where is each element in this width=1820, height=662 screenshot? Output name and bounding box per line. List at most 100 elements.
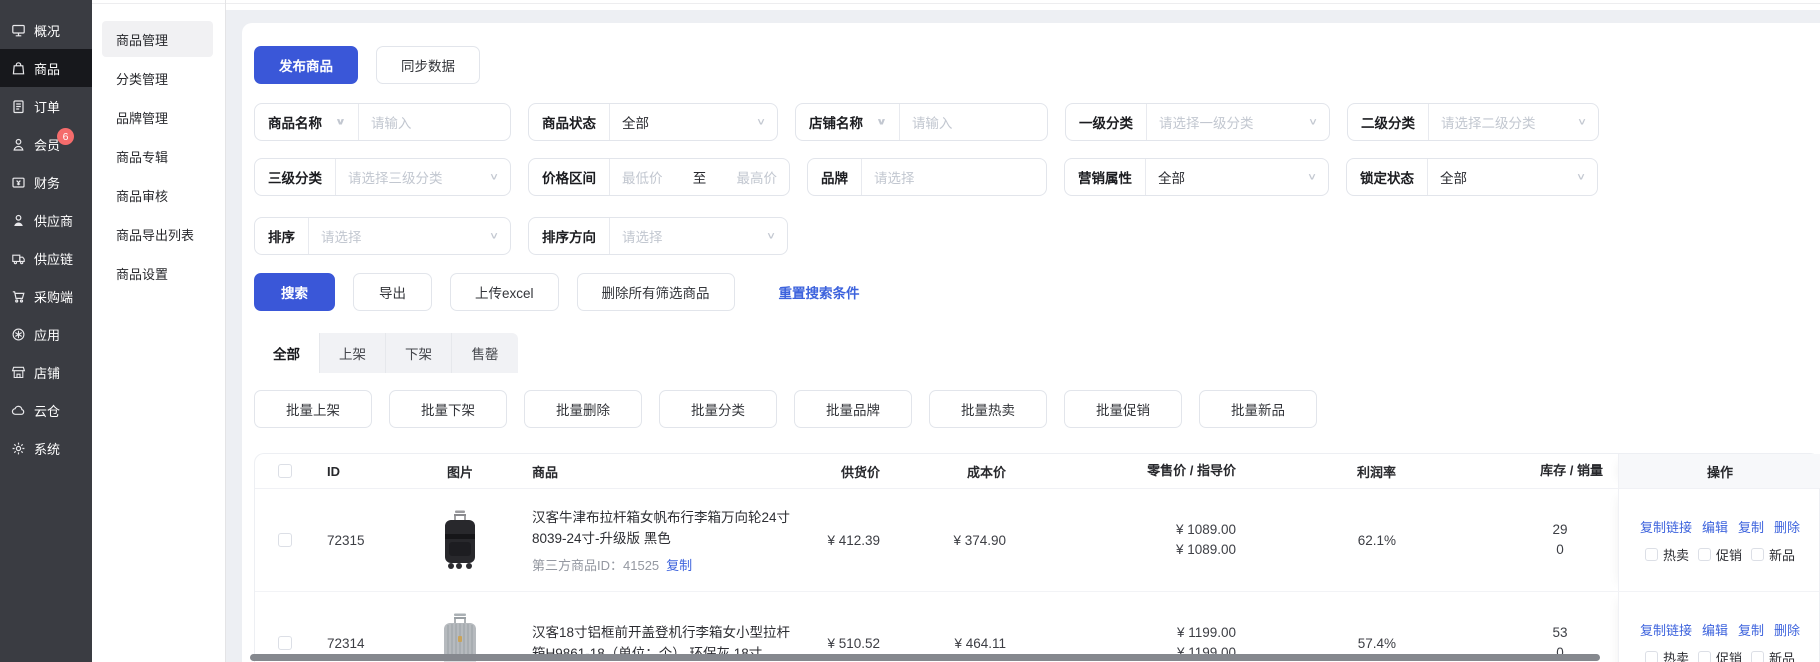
- sort-select[interactable]: 请选择∨: [309, 218, 510, 254]
- filter-row-2: 三级分类 请选择三级分类∨ 价格区间 最低价 至 最高价 品牌 请选择 营销属性: [254, 158, 1820, 196]
- batch-category-button[interactable]: 批量分类: [659, 390, 777, 428]
- brand-select[interactable]: 请选择: [862, 159, 1046, 195]
- sales-value: 0: [1547, 540, 1573, 560]
- lock-status-select[interactable]: 全部∨: [1428, 159, 1597, 195]
- submenu-item-product-albums[interactable]: 商品专辑: [102, 138, 213, 174]
- sidebar-item-overview[interactable]: 概况: [0, 11, 92, 49]
- select-all-checkbox[interactable]: [278, 464, 292, 478]
- batch-on-shelf-button[interactable]: 批量上架: [254, 390, 372, 428]
- submenu-item-product-review[interactable]: 商品审核: [102, 177, 213, 213]
- sidebar-item-products[interactable]: 商品: [0, 49, 92, 87]
- sidebar-item-label: 概况: [34, 21, 60, 40]
- product-name-input[interactable]: 请输入: [359, 104, 510, 140]
- sidebar-item-purchasing[interactable]: 采购端: [0, 277, 92, 315]
- max-price-input[interactable]: 最高价: [737, 167, 778, 187]
- batch-promotion-button[interactable]: 批量促销: [1064, 390, 1182, 428]
- marketing-attribute-select[interactable]: 全部∨: [1146, 159, 1328, 195]
- shop-name-input[interactable]: 请输入: [900, 104, 1047, 140]
- batch-delete-button[interactable]: 批量删除: [524, 390, 642, 428]
- filter-sort-direction[interactable]: 排序方向 请选择∨: [528, 217, 788, 255]
- header-supply-price: 供货价: [820, 462, 880, 481]
- filter-label: 商品名称: [268, 112, 322, 132]
- hot-sale-checkbox[interactable]: [1645, 548, 1658, 561]
- category-level3-select[interactable]: 请选择三级分类∨: [336, 159, 510, 195]
- sidebar-item-system[interactable]: 系统: [0, 429, 92, 467]
- filter-marketing-attribute[interactable]: 营销属性 全部∨: [1064, 158, 1329, 196]
- chevron-down-icon: ∨: [766, 231, 776, 240]
- chevron-down-icon: ∨: [335, 117, 346, 126]
- filter-shop-name[interactable]: 店铺名称∨ 请输入: [795, 103, 1048, 141]
- export-button[interactable]: 导出: [353, 273, 432, 311]
- category-level1-select[interactable]: 请选择一级分类∨: [1147, 104, 1329, 140]
- filter-product-name[interactable]: 商品名称 ∨ 请输入: [254, 103, 511, 141]
- row-checkbox[interactable]: [278, 636, 292, 650]
- sidebar-item-members[interactable]: 会员 6: [0, 125, 92, 163]
- batch-new-product-button[interactable]: 批量新品: [1199, 390, 1317, 428]
- edit-action[interactable]: 编辑: [1702, 517, 1728, 536]
- filter-category-level3[interactable]: 三级分类 请选择三级分类∨: [254, 158, 511, 196]
- submenu-item-product-settings[interactable]: 商品设置: [102, 255, 213, 291]
- row-checkbox[interactable]: [278, 533, 292, 547]
- supply-price: ¥ 412.39: [820, 533, 880, 548]
- filter-category-level2[interactable]: 二级分类 请选择二级分类∨: [1347, 103, 1599, 141]
- order-icon: [11, 99, 26, 114]
- delete-action[interactable]: 删除: [1774, 517, 1800, 536]
- copy-third-party-id-link[interactable]: 复制: [666, 558, 692, 573]
- filter-brand[interactable]: 品牌 请选择: [807, 158, 1047, 196]
- submenu-item-brand-management[interactable]: 品牌管理: [102, 99, 213, 135]
- delete-filtered-products-button[interactable]: 删除所有筛选商品: [577, 273, 735, 311]
- submenu-item-product-management[interactable]: 商品管理: [102, 21, 213, 57]
- sidebar-item-suppliers[interactable]: 供应商: [0, 201, 92, 239]
- publish-product-button[interactable]: 发布商品: [254, 46, 358, 84]
- copy-link-action[interactable]: 复制链接: [1640, 620, 1692, 639]
- sidebar-item-apps[interactable]: 应用: [0, 315, 92, 353]
- filter-label: 一级分类: [1079, 112, 1133, 132]
- batch-brand-button[interactable]: 批量品牌: [794, 390, 912, 428]
- sidebar-item-label: 系统: [34, 439, 60, 458]
- tab-off-shelf[interactable]: 下架: [386, 333, 452, 373]
- edit-action[interactable]: 编辑: [1702, 620, 1728, 639]
- filter-product-status[interactable]: 商品状态 全部∨: [528, 103, 778, 141]
- filter-sort[interactable]: 排序 请选择∨: [254, 217, 511, 255]
- sidebar-item-cloud-warehouse[interactable]: 云仓: [0, 391, 92, 429]
- tab-sold-out[interactable]: 售罄: [452, 333, 518, 373]
- main-content: 发布商品 同步数据 商品名称 ∨ 请输入 商品状态 全部∨ 店铺名称∨ 请输入 一…: [226, 0, 1820, 662]
- batch-hot-sale-button[interactable]: 批量热卖: [929, 390, 1047, 428]
- submenu-item-category-management[interactable]: 分类管理: [102, 60, 213, 96]
- sidebar-item-orders[interactable]: 订单: [0, 87, 92, 125]
- sidebar-item-supply-chain[interactable]: 供应链: [0, 239, 92, 277]
- upload-excel-button[interactable]: 上传excel: [450, 273, 559, 311]
- new-product-checkbox[interactable]: [1751, 651, 1764, 662]
- tab-all[interactable]: 全部: [254, 333, 320, 373]
- filter-price-range[interactable]: 价格区间 最低价 至 最高价: [528, 158, 790, 196]
- sidebar-item-stores[interactable]: 店铺: [0, 353, 92, 391]
- sidebar-item-label: 供应链: [34, 249, 73, 268]
- copy-action[interactable]: 复制: [1738, 620, 1764, 639]
- submenu-item-product-export-list[interactable]: 商品导出列表: [102, 216, 213, 252]
- promotion-checkbox[interactable]: [1698, 548, 1711, 561]
- copy-link-action[interactable]: 复制链接: [1640, 517, 1692, 536]
- header-id: ID: [315, 464, 400, 479]
- search-button[interactable]: 搜索: [254, 273, 335, 311]
- product-status-select[interactable]: 全部∨: [610, 104, 777, 140]
- hot-sale-checkbox[interactable]: [1645, 651, 1658, 662]
- horizontal-scrollbar[interactable]: [250, 654, 1600, 661]
- new-product-checkbox[interactable]: [1751, 548, 1764, 561]
- tab-on-shelf[interactable]: 上架: [320, 333, 386, 373]
- filter-category-level1[interactable]: 一级分类 请选择一级分类∨: [1065, 103, 1330, 141]
- filter-row-3: 排序 请选择∨ 排序方向 请选择∨: [254, 217, 1820, 255]
- sidebar-item-finance[interactable]: 财务: [0, 163, 92, 201]
- category-level2-select[interactable]: 请选择二级分类∨: [1429, 104, 1598, 140]
- sidebar-item-label: 采购端: [34, 287, 73, 306]
- batch-off-shelf-button[interactable]: 批量下架: [389, 390, 507, 428]
- delete-action[interactable]: 删除: [1774, 620, 1800, 639]
- reset-search-link[interactable]: 重置搜索条件: [779, 282, 860, 302]
- filter-lock-status[interactable]: 锁定状态 全部∨: [1346, 158, 1598, 196]
- copy-action[interactable]: 复制: [1738, 517, 1764, 536]
- min-price-input[interactable]: 最低价: [622, 167, 663, 187]
- promotion-checkbox[interactable]: [1698, 651, 1711, 662]
- hot-sale-label: 热卖: [1663, 648, 1689, 662]
- sort-direction-select[interactable]: 请选择∨: [610, 218, 787, 254]
- gear-icon: [11, 441, 26, 456]
- sync-data-button[interactable]: 同步数据: [376, 46, 480, 84]
